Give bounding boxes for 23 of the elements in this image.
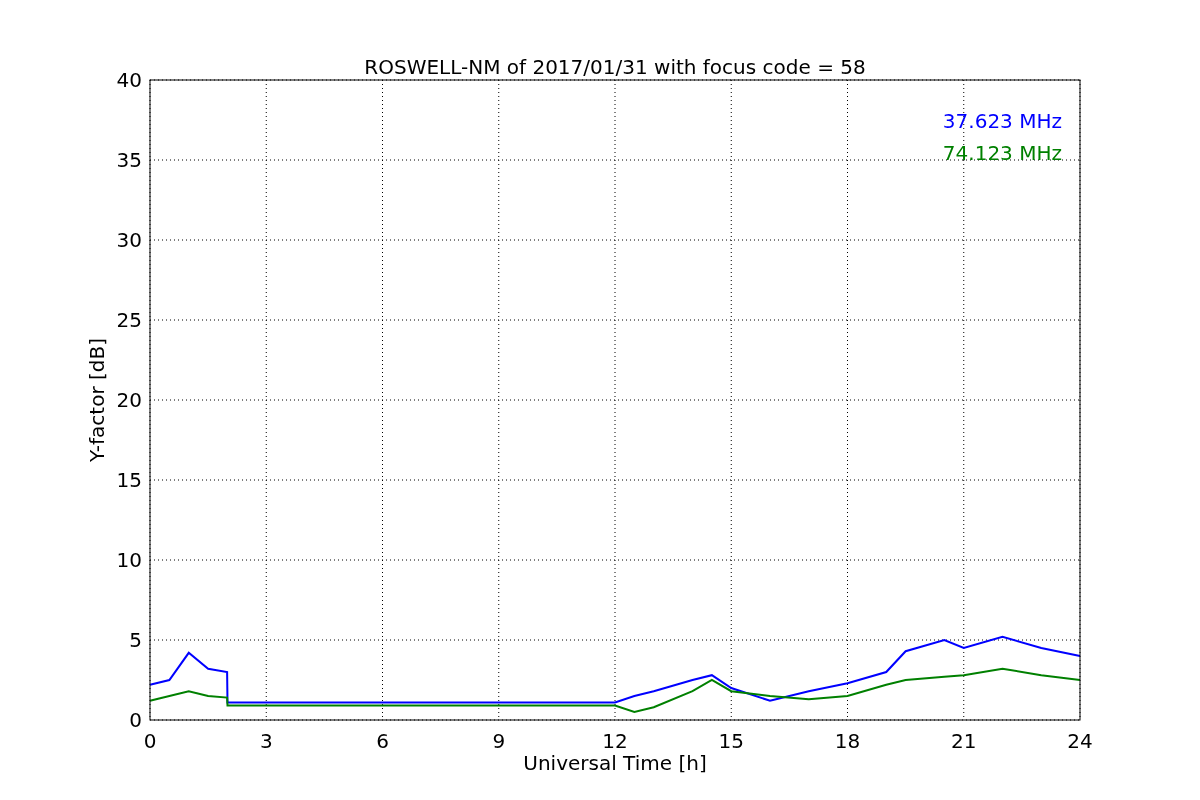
x-tick-label: 24 xyxy=(1067,729,1093,753)
y-tick-label: 30 xyxy=(116,228,142,252)
y-tick-label: 35 xyxy=(116,148,142,172)
x-tick-label: 0 xyxy=(143,729,157,753)
x-tick-label: 18 xyxy=(834,729,861,753)
x-tick-label: 9 xyxy=(492,729,506,753)
series-label: 37.623 MHz xyxy=(942,109,1062,133)
x-axis-label: Universal Time [h] xyxy=(523,751,707,775)
x-tick-label: 3 xyxy=(259,729,273,753)
x-tick-label: 15 xyxy=(718,729,744,753)
y-tick-label: 10 xyxy=(116,548,142,572)
y-axis-label: Y-factor [dB] xyxy=(85,338,109,462)
y-tick-label: 15 xyxy=(116,468,142,492)
y-tick-label: 25 xyxy=(116,308,142,332)
x-tick-label: 6 xyxy=(376,729,389,753)
y-tick-label: 5 xyxy=(129,628,142,652)
series-label: 74.123 MHz xyxy=(942,141,1062,165)
y-tick-label: 20 xyxy=(116,388,142,412)
y-tick-label: 40 xyxy=(116,68,142,92)
y-tick-label: 0 xyxy=(129,708,142,732)
x-tick-label: 21 xyxy=(951,729,977,753)
chart-title: ROSWELL-NM of 2017/01/31 with focus code = 58 xyxy=(364,55,866,79)
x-tick-label: 12 xyxy=(602,729,628,753)
